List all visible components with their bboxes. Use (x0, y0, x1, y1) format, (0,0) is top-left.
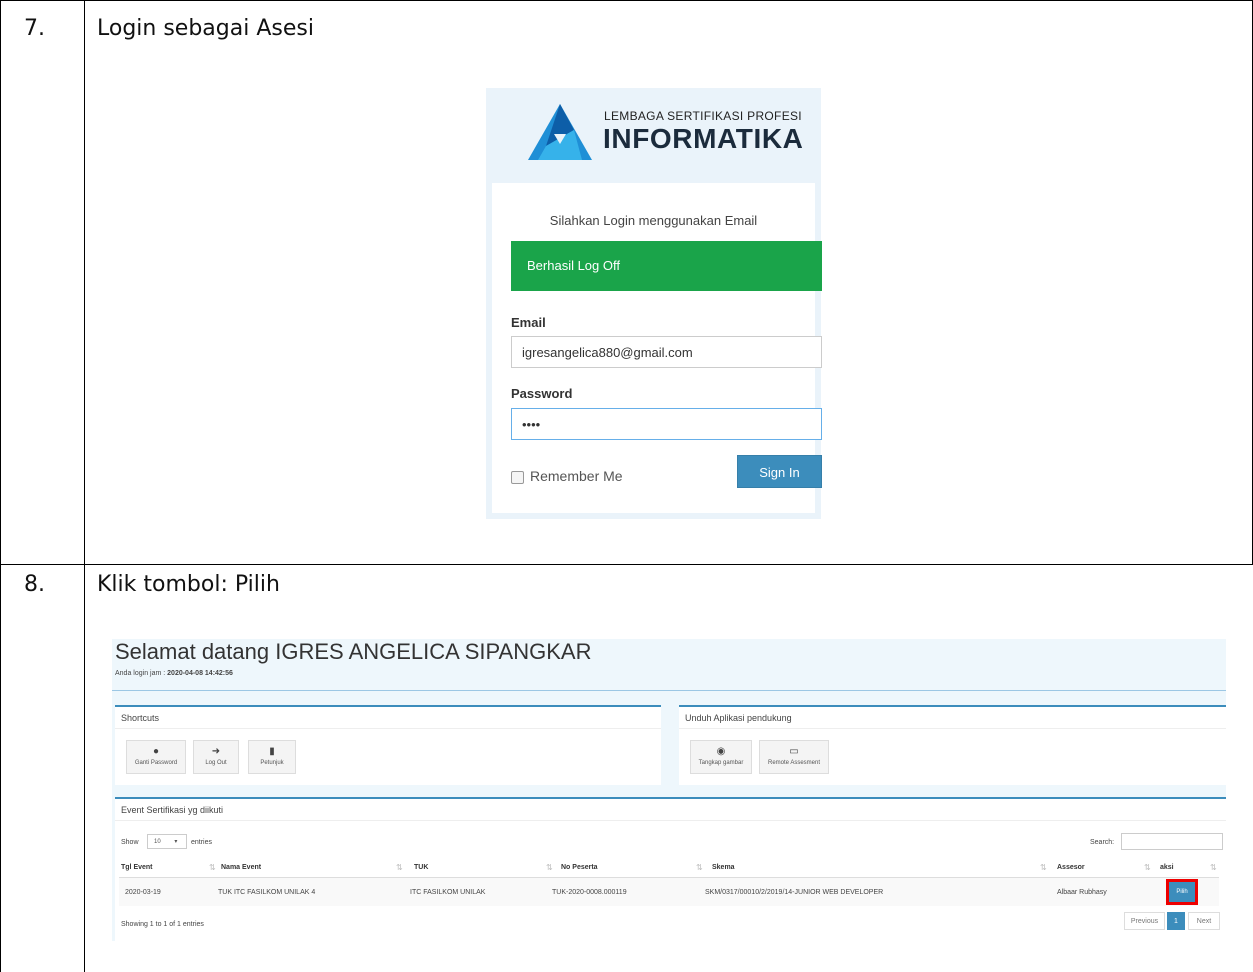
downloads-box: Unduh Aplikasi pendukung ◉ Tangkap gamba… (679, 705, 1226, 785)
button-label: Remote Assesment (767, 760, 821, 766)
events-title: Event Sertifikasi yg diikuti (121, 805, 224, 815)
column-divider (84, 0, 85, 972)
sort-icon: ⇅ (396, 863, 403, 872)
sign-in-button[interactable]: Sign In (737, 455, 822, 488)
table-cell: TUK ITC FASILKOM UNILAK 4 (218, 889, 316, 896)
header-rule (112, 690, 1226, 691)
box-divider (115, 728, 661, 729)
dashboard-screenshot: Selamat datang IGRES ANGELICA SIPANGKAR … (112, 639, 1226, 943)
shortcuts-title: Shortcuts (121, 713, 160, 723)
table-border-top (0, 0, 1253, 1)
sort-icon: ⇅ (1144, 863, 1151, 872)
table-cell: Albaar Rubhasy (1057, 889, 1107, 896)
table-cell: TUK-2020-0008.000119 (552, 889, 627, 896)
show-label: Show (121, 839, 139, 846)
step-number: 8. (24, 572, 45, 597)
button-label: Tangkap gambar (698, 760, 744, 766)
sort-icon: ⇅ (696, 863, 703, 872)
email-field[interactable]: igresangelica880@gmail.com (511, 336, 822, 368)
pilih-button[interactable]: Pilih (1169, 882, 1195, 902)
column-header[interactable]: Skema (712, 864, 735, 871)
chevron-down-icon: ▾ (174, 839, 178, 845)
search-input[interactable] (1121, 833, 1223, 850)
lsp-logo-icon (528, 104, 592, 160)
column-header[interactable]: aksi (1160, 864, 1174, 871)
table-info: Showing 1 to 1 of 1 entries (121, 921, 204, 928)
capture-image-button[interactable]: ◉ Tangkap gambar (690, 740, 752, 774)
login-time: Anda login jam : 2020-04-08 14:42:56 (115, 670, 233, 677)
login-message: Silahkan Login menggunakan Email (549, 213, 758, 228)
button-label: Log Out (205, 760, 227, 766)
page-size-select[interactable]: 10 ▾ (147, 834, 187, 849)
sort-icon: ⇅ (209, 863, 216, 872)
page-1-button[interactable]: 1 (1167, 912, 1185, 930)
change-password-button[interactable]: ● Ganti Password (126, 740, 186, 774)
row-divider (0, 564, 1253, 565)
search-label: Search: (1090, 839, 1115, 846)
column-header[interactable]: Tgl Event (121, 864, 153, 871)
step-title: Klik tombol: Pilih (97, 572, 280, 597)
remote-assessment-button[interactable]: ▭ Remote Assesment (759, 740, 829, 774)
downloads-title: Unduh Aplikasi pendukung (685, 713, 792, 723)
column-header[interactable]: TUK (414, 864, 428, 871)
email-label: Email (511, 315, 546, 330)
previous-page-button[interactable]: Previous (1124, 912, 1165, 930)
logo-title: INFORMATIKA (603, 123, 804, 154)
column-header[interactable]: No Peserta (561, 864, 598, 871)
sort-icon: ⇅ (1040, 863, 1047, 872)
sort-icon: ⇅ (546, 863, 553, 872)
step-number: 7. (24, 16, 45, 41)
button-label: Petunjuk (260, 760, 284, 766)
events-box: Event Sertifikasi yg diikuti Show 10 ▾ e… (115, 797, 1226, 943)
box-divider (679, 728, 1226, 729)
logout-icon: ➜ (211, 746, 221, 757)
box-divider (115, 820, 1226, 821)
instruction-table: 7. Login sebagai Asesi LEMBAGA SERTIFIKA… (0, 0, 1253, 972)
logoff-alert: Berhasil Log Off (511, 241, 822, 291)
button-label: Ganti Password (134, 760, 178, 766)
welcome-title: Selamat datang IGRES ANGELICA SIPANGKAR (115, 639, 592, 664)
table-border-left (0, 0, 1, 972)
column-header[interactable]: Nama Event (221, 864, 261, 871)
table-cell: SKM/0317/00010/2/2019/14-JUNIOR WEB DEVE… (705, 889, 884, 896)
login-card: Silahkan Login menggunakan Email Berhasi… (492, 183, 822, 513)
password-field[interactable]: •••• (511, 408, 822, 440)
remember-checkbox[interactable] (511, 471, 524, 484)
login-time-label: Anda login jam : (115, 670, 166, 677)
guide-button[interactable]: ▮ Petunjuk (248, 740, 296, 774)
remember-label: Remember Me (530, 468, 623, 484)
column-header[interactable]: Assesor (1057, 864, 1085, 871)
table-cell: ITC FASILKOM UNILAK (410, 889, 486, 896)
shortcuts-box: Shortcuts ● Ganti Password ➜ Log Out ▮ P… (115, 705, 661, 785)
logo: LEMBAGA SERTIFIKASI PROFESI INFORMATIKA (486, 88, 821, 183)
user-icon: ● (152, 746, 160, 757)
sort-icon: ⇅ (1210, 863, 1217, 872)
password-label: Password (511, 386, 573, 401)
camera-icon: ◉ (716, 746, 726, 757)
table-cell: 2020-03-19 (125, 889, 161, 896)
logo-subtitle: LEMBAGA SERTIFIKASI PROFESI (604, 109, 802, 123)
next-page-button[interactable]: Next (1188, 912, 1220, 930)
login-screenshot: LEMBAGA SERTIFIKASI PROFESI INFORMATIKA … (486, 88, 822, 519)
book-icon: ▮ (269, 746, 275, 757)
monitor-icon: ▭ (789, 746, 799, 757)
login-time-value: 2020-04-08 14:42:56 (167, 670, 233, 677)
step-title: Login sebagai Asesi (97, 16, 314, 41)
page-size-value: 10 (154, 839, 161, 845)
entries-label: entries (191, 839, 213, 846)
logout-button[interactable]: ➜ Log Out (193, 740, 239, 774)
